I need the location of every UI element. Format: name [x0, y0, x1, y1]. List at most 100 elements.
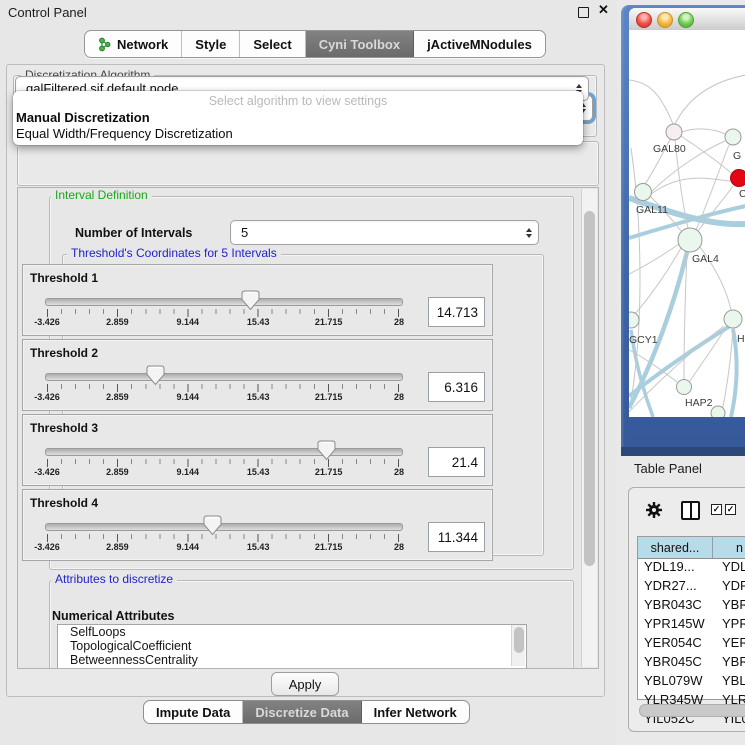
threshold-value-field[interactable]: 14.713	[428, 297, 485, 327]
slider-thumb-icon[interactable]	[241, 290, 260, 311]
tab-label: Impute Data	[156, 705, 230, 720]
table-cell: YBL079W	[638, 673, 713, 692]
table-horizontal-scrollbar[interactable]	[639, 704, 745, 717]
table-row[interactable]: YBR043CYBR0	[638, 597, 745, 616]
table-row[interactable]: YER054CYER0	[638, 635, 745, 654]
scale-tick-label: 15.43	[247, 317, 270, 327]
network-window-bottom-edge	[621, 447, 745, 456]
column-header-name[interactable]: n	[713, 537, 745, 558]
slider-track[interactable]	[45, 373, 403, 381]
node-partial[interactable]	[711, 406, 725, 417]
attribute-list-item[interactable]: SelfLoops	[58, 625, 526, 639]
table-data-group	[17, 141, 599, 186]
slider-thumb-icon[interactable]	[146, 365, 165, 386]
split-pane-icon[interactable]	[681, 501, 700, 520]
combo-spinner-icon	[526, 228, 532, 238]
slider-track[interactable]	[45, 448, 403, 456]
tab-select[interactable]: Select	[240, 31, 305, 57]
slider-thumb-icon[interactable]	[317, 440, 336, 461]
close-icon[interactable]: ✕	[598, 2, 609, 18]
table-cell: YDR27...	[638, 578, 713, 597]
slider-scale-labels: -3.4262.8599.14415.4321.71528	[47, 317, 399, 329]
table-row[interactable]: YDL19...YDL1	[638, 559, 745, 578]
scale-tick-label: 9.144	[177, 317, 200, 327]
settings-scrollbar[interactable]	[581, 189, 597, 667]
table-cell: YDR2	[713, 578, 745, 597]
scale-tick-label: 28	[394, 392, 404, 402]
scale-tick-label: 9.144	[177, 467, 200, 477]
scale-tick-label: -3.426	[34, 542, 60, 552]
tab-label: Select	[253, 37, 291, 52]
dropdown-option-equal-width-frequency[interactable]: Equal Width/Frequency Discretization	[13, 126, 583, 142]
node-g[interactable]	[725, 129, 741, 145]
tab-jactivemnodules[interactable]: jActiveMNodules	[414, 31, 545, 57]
table-cell: YBR0	[713, 654, 745, 673]
scale-tick-label: 2.859	[106, 542, 129, 552]
scale-tick-label: 15.43	[247, 467, 270, 477]
number-of-intervals-value: 5	[241, 225, 248, 240]
float-icon[interactable]	[578, 7, 589, 18]
top-tab-bar: Network Style Select Cyni Toolbox jActiveMNo…	[84, 30, 546, 58]
bottom-tab-bar: Impute Data Discretize Data Infer Network	[143, 700, 470, 724]
table-row[interactable]: YDR27...YDR2	[638, 578, 745, 597]
tab-infer-network[interactable]: Infer Network	[362, 701, 469, 723]
tab-impute-data[interactable]: Impute Data	[144, 701, 243, 723]
node-gal80[interactable]	[666, 124, 682, 140]
number-of-intervals-combobox[interactable]: 5	[230, 220, 539, 245]
table-row[interactable]: YBR045CYBR0	[638, 654, 745, 673]
apply-button[interactable]: Apply	[271, 672, 339, 696]
tab-discretize-data[interactable]: Discretize Data	[243, 701, 361, 723]
tab-label: Infer Network	[374, 705, 457, 720]
close-traffic-light-icon[interactable]	[636, 12, 652, 28]
slider-track[interactable]	[45, 523, 403, 531]
table-cell: YBR043C	[638, 597, 713, 616]
threshold-label: Threshold 1	[30, 271, 98, 285]
node-label: GAL11	[636, 204, 668, 216]
scale-tick-label: 15.43	[247, 542, 270, 552]
threshold-label: Threshold 3	[30, 421, 98, 435]
checkbox-checked-icon[interactable]: ✓	[725, 504, 736, 515]
checkbox-checked-icon[interactable]: ✓	[711, 504, 722, 515]
tab-network[interactable]: Network	[85, 31, 182, 57]
tab-label: jActiveMNodules	[427, 37, 532, 52]
settings-gear-icon[interactable]	[645, 501, 663, 519]
network-window-titlebar[interactable]	[629, 8, 745, 31]
dropdown-option-manual-discretization[interactable]: Manual Discretization	[13, 110, 583, 126]
node-gal11[interactable]	[635, 184, 652, 201]
scale-tick-label: 21.715	[315, 392, 343, 402]
scale-tick-label: 21.715	[315, 467, 343, 477]
panel-title: Control Panel	[8, 5, 87, 20]
node-selected-red[interactable]	[731, 170, 745, 187]
attribute-list-item[interactable]: TopologicalCoefficient	[58, 639, 526, 653]
network-canvas[interactable]: GAL80 G C GAL11 GAL4 GCY1 H HAP2	[629, 30, 745, 417]
node-h[interactable]	[724, 310, 742, 328]
threshold-value-field[interactable]: 6.316	[428, 372, 485, 402]
table-panel-title: Table Panel	[634, 461, 702, 476]
zoom-traffic-light-icon[interactable]	[678, 12, 694, 28]
scale-tick-label: 9.144	[177, 392, 200, 402]
numerical-attributes-list: SelfLoopsTopologicalCoefficientBetweenne…	[57, 624, 527, 669]
scale-tick-label: -3.426	[34, 392, 60, 402]
attribute-list-item[interactable]: BetweennessCentrality	[58, 653, 526, 667]
scale-tick-label: 28	[394, 467, 404, 477]
node-label: GAL4	[692, 253, 719, 265]
table-row[interactable]: YPR145WYPR1	[638, 616, 745, 635]
slider-track[interactable]	[45, 298, 403, 306]
slider-major-ticks	[47, 534, 399, 542]
tab-label: Network	[117, 37, 168, 52]
column-header-shared-name[interactable]: shared...	[638, 537, 713, 558]
threshold-value-field[interactable]: 21.4	[428, 447, 485, 477]
attributes-list-scrollbar[interactable]	[511, 625, 525, 666]
threshold-value-field[interactable]: 11.344	[428, 522, 485, 552]
dropdown-prompt-item[interactable]: Select algorithm to view settings	[13, 93, 583, 110]
slider-thumb-icon[interactable]	[203, 515, 222, 536]
number-of-intervals-label: Number of Intervals	[75, 226, 192, 240]
tab-cyni-toolbox[interactable]: Cyni Toolbox	[306, 31, 414, 57]
table-row[interactable]: YBL079WYBL0	[638, 673, 745, 692]
node-gal4[interactable]	[678, 228, 702, 252]
tab-style[interactable]: Style	[182, 31, 240, 57]
node-hap2[interactable]	[677, 380, 692, 395]
node-gcy1[interactable]	[629, 312, 639, 328]
node-label: GCY1	[629, 334, 658, 346]
minimize-traffic-light-icon[interactable]	[657, 12, 673, 28]
